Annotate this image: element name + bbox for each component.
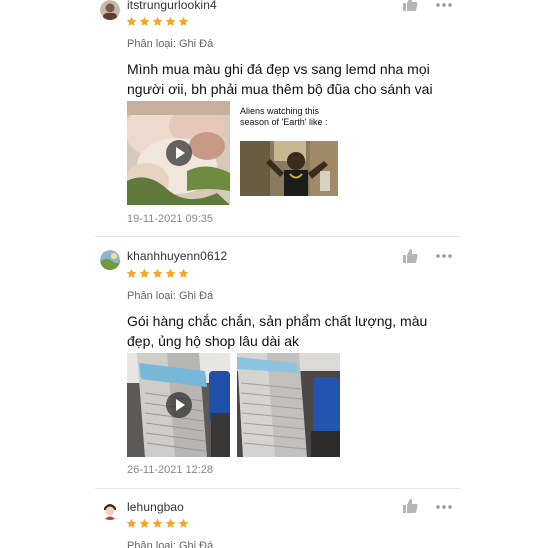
star-icon bbox=[152, 518, 163, 528]
avatar[interactable] bbox=[100, 250, 120, 270]
thumbs-up-icon[interactable] bbox=[402, 498, 418, 514]
play-icon[interactable] bbox=[165, 140, 192, 166]
variation-label: Phân loại: Ghi Đá bbox=[127, 540, 214, 548]
star-icon bbox=[178, 268, 189, 278]
star-icon bbox=[165, 16, 176, 26]
meme-caption: Aliens watching this season of 'Earth' l… bbox=[240, 106, 328, 127]
reviewer-username: lehungbao bbox=[127, 500, 184, 514]
review-comment: Gói hàng chắc chắn, sản phẩm chất lượng,… bbox=[127, 313, 428, 349]
review-image[interactable] bbox=[240, 141, 338, 196]
more-dots-icon[interactable] bbox=[435, 2, 453, 8]
avatar[interactable] bbox=[100, 500, 120, 520]
play-icon[interactable] bbox=[165, 392, 192, 418]
star-icon bbox=[152, 16, 163, 26]
review-timestamp: 26-11-2021 12:28 bbox=[127, 464, 214, 476]
reviewer-username: khanhhuyenn0612 bbox=[127, 249, 228, 263]
avatar[interactable] bbox=[100, 0, 120, 20]
review-image[interactable] bbox=[237, 353, 340, 457]
star-icon bbox=[165, 518, 176, 528]
variation-label: Phân loại: Ghi Đá bbox=[127, 38, 214, 50]
rating-stars bbox=[126, 16, 189, 30]
star-icon bbox=[165, 268, 176, 278]
thumbs-up-icon[interactable] bbox=[402, 0, 418, 12]
star-icon bbox=[139, 268, 150, 278]
divider bbox=[95, 488, 460, 489]
star-icon bbox=[152, 268, 163, 278]
more-dots-icon[interactable] bbox=[435, 253, 453, 259]
review-comment: Mình mua màu ghi đá đẹp vs sang lemd nha… bbox=[127, 61, 433, 97]
reviewer-username: itstrungurlookin4 bbox=[127, 0, 217, 12]
star-icon bbox=[126, 16, 137, 26]
more-dots-icon[interactable] bbox=[435, 504, 453, 510]
star-icon bbox=[126, 518, 137, 528]
review-timestamp: 19-11-2021 09:35 bbox=[127, 213, 214, 225]
star-icon bbox=[126, 268, 137, 278]
rating-stars bbox=[126, 268, 189, 282]
review-video-thumbnail[interactable] bbox=[127, 101, 230, 205]
star-icon bbox=[139, 518, 150, 528]
meme-photo bbox=[240, 141, 338, 196]
star-icon bbox=[178, 16, 189, 26]
product-photo bbox=[237, 353, 340, 457]
review-video-thumbnail[interactable] bbox=[127, 353, 230, 457]
rating-stars bbox=[126, 518, 189, 532]
variation-label: Phân loại: Ghi Đá bbox=[127, 290, 214, 302]
star-icon bbox=[178, 518, 189, 528]
divider bbox=[95, 236, 460, 237]
thumbs-up-icon[interactable] bbox=[402, 248, 418, 264]
star-icon bbox=[139, 16, 150, 26]
